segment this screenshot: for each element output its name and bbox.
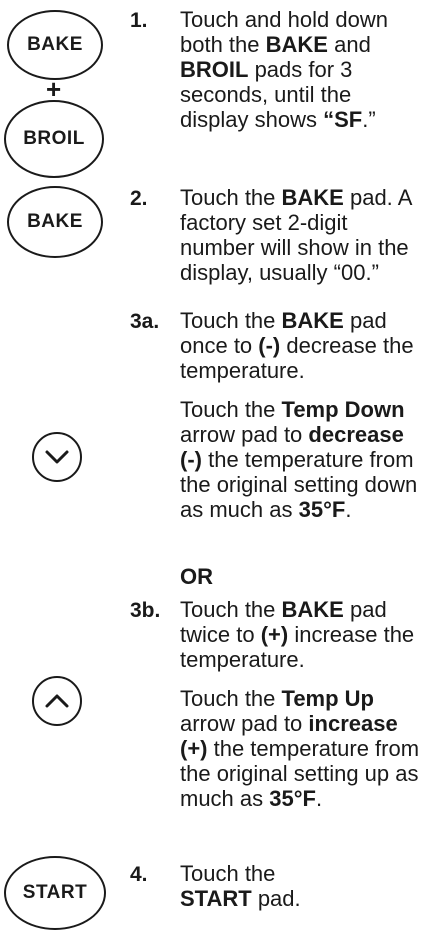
chevron-down-icon (45, 450, 69, 464)
step-4-number: 4. (130, 863, 148, 886)
chevron-up-icon (45, 694, 69, 708)
step-3b-text: Touch the BAKE pad twice to (+) increase… (180, 597, 415, 672)
step-1-number: 1. (130, 9, 148, 32)
broil-pad: BROIL (4, 100, 104, 178)
step-4-text: Touch the START pad. (180, 861, 301, 911)
step-1-text: Touch and hold down both the BAKE and BR… (180, 7, 388, 132)
step-2-text: Touch the BAKE pad. A factory set 2-digi… (180, 185, 412, 285)
bake-pad-step2: BAKE (7, 186, 103, 258)
bake-pad-step1: BAKE (7, 10, 103, 80)
or-label: OR (180, 564, 213, 589)
step-3a-number: 3a. (130, 310, 160, 333)
plus-sign: + (46, 74, 62, 104)
step-2-number: 2. (130, 187, 148, 210)
temp-up-pad (32, 676, 82, 726)
temp-down-pad (32, 432, 82, 482)
step-3b-arrow-text: Touch the Temp Up arrow pad to increase … (180, 686, 420, 811)
step-3a-text: Touch the BAKE pad once to (-) decrease … (180, 308, 414, 383)
step-3b-number: 3b. (130, 599, 161, 622)
start-pad: START (4, 856, 106, 930)
step-3a-arrow-text: Touch the Temp Down arrow pad to decreas… (180, 397, 418, 522)
